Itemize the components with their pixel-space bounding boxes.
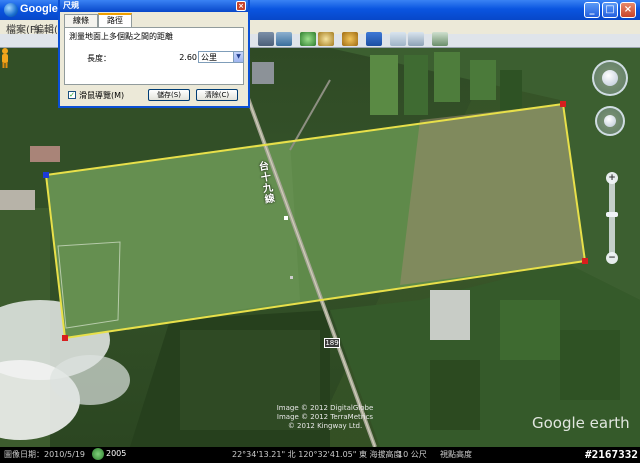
mouse-nav-label: 滑鼠導覽(M) xyxy=(79,91,125,100)
panel-description: 測量地面上多個點之間的距離 xyxy=(69,32,173,41)
pegman-icon[interactable] xyxy=(0,48,10,68)
zoom-out-button[interactable]: − xyxy=(606,252,618,264)
eye-icon[interactable] xyxy=(602,70,618,86)
imagery-year: 2005 xyxy=(106,449,127,458)
zoom-handle[interactable] xyxy=(606,212,618,217)
status-bar: 圖像日期：2010/5/19 2005 22°34'13.21" 北 120°3… xyxy=(0,447,640,463)
google-earth-watermark: Google earth xyxy=(532,414,630,432)
imagery-date: 圖像日期：2010/5/19 xyxy=(4,450,86,459)
length-label: 長度： xyxy=(87,54,111,63)
length-value: 2.60 xyxy=(179,53,197,62)
maximize-button[interactable]: □ xyxy=(602,2,618,18)
dialog-close-button[interactable]: × xyxy=(236,1,246,11)
ruler-dialog: 尺規 × 線條 路徑 測量地面上多個點之間的距離 長度： 2.60 公里 ▼ ✓… xyxy=(58,0,250,108)
sun-icon[interactable] xyxy=(318,32,334,46)
elevation: 10 公尺 xyxy=(398,450,427,459)
save-button[interactable]: 儲存(S) xyxy=(148,89,190,101)
polygon-icon[interactable] xyxy=(276,32,292,46)
chevron-down-icon[interactable]: ▼ xyxy=(233,52,243,62)
credit-line: Image © 2012 TerraMetrics xyxy=(276,413,374,421)
planets-icon[interactable] xyxy=(342,32,358,46)
path-panel: 測量地面上多個點之間的距離 長度： 2.60 公里 ▼ xyxy=(64,27,244,85)
email-icon[interactable] xyxy=(390,32,406,46)
placemark-icon[interactable] xyxy=(258,32,274,46)
clear-button[interactable]: 清除(C) xyxy=(196,89,238,101)
unit-value: 公里 xyxy=(201,53,217,62)
print-icon[interactable] xyxy=(408,32,424,46)
tab-line[interactable]: 線條 xyxy=(64,14,98,27)
image-credits: Image © 2012 DigitalGlobe Image © 2012 T… xyxy=(270,404,380,431)
credit-line: Image © 2012 DigitalGlobe xyxy=(276,404,374,412)
credit-line: © 2012 Kingway Ltd. xyxy=(287,422,363,430)
image-number: #2167332 xyxy=(571,447,640,463)
historical-imagery-icon[interactable] xyxy=(300,32,316,46)
zoom-in-button[interactable]: + xyxy=(606,172,618,184)
eye-altitude: 視點高度 xyxy=(440,450,472,459)
mouse-nav-checkbox[interactable]: ✓ xyxy=(68,91,76,99)
hand-icon[interactable] xyxy=(604,115,616,127)
ruler-icon[interactable] xyxy=(366,32,382,46)
close-button[interactable]: × xyxy=(620,2,636,18)
tab-path[interactable]: 路徑 xyxy=(98,13,132,28)
minimize-button[interactable]: _ xyxy=(584,2,600,18)
zoom-slider[interactable] xyxy=(609,178,615,256)
historical-imagery-icon[interactable] xyxy=(92,448,104,460)
unit-select[interactable]: 公里 ▼ xyxy=(198,51,244,63)
dialog-title: 尺規 xyxy=(63,1,79,10)
road-number-shield: 189 xyxy=(324,338,340,348)
google-earth-icon xyxy=(4,3,18,17)
google-maps-icon[interactable] xyxy=(432,32,448,46)
coordinates: 22°34'13.21" 北 120°32'41.05" 東 海拔高度 xyxy=(232,450,402,459)
dialog-title-bar: 尺規 × xyxy=(60,0,248,12)
